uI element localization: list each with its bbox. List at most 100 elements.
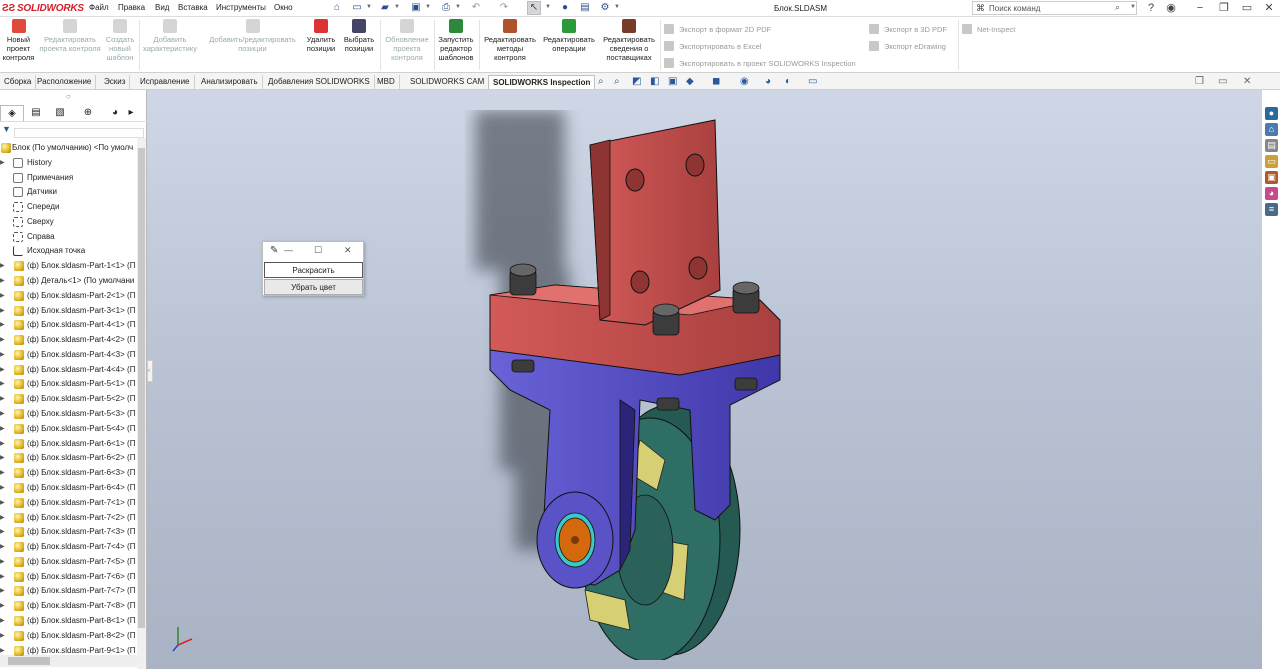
tab-layout[interactable]: Расположение (33, 75, 97, 89)
tab-solidworks-addins[interactable]: Добавления SOLIDWORKS (264, 75, 375, 89)
expand-arrow-icon[interactable]: ▶ (0, 348, 5, 362)
expand-arrow-icon[interactable]: ▶ (0, 377, 5, 391)
tree-item-component[interactable]: ▶ (ф) Деталь<1> (По умолчани (0, 274, 137, 288)
design-library-icon[interactable]: ⌂ (1265, 123, 1278, 136)
update-inspection-project-button[interactable]: Обновление проекта контроля (381, 19, 433, 62)
expand-arrow-icon[interactable]: ▶ (0, 392, 5, 406)
tree-item-sensors[interactable]: Датчики (0, 185, 137, 199)
tree-filter-input[interactable] (14, 128, 144, 138)
delete-balloons-button[interactable]: Удалить позиции (303, 19, 339, 53)
export-2d-pdf-button[interactable]: Экспорт в формат 2D PDF (664, 24, 771, 34)
scrollbar-thumb[interactable] (138, 148, 145, 628)
tree-item-component[interactable]: ▶ (ф) Блок.sldasm-Part-4<3> (П (0, 348, 137, 362)
appearances-icon[interactable]: ▣ (1265, 171, 1278, 184)
tree-item-annotations[interactable]: Примечания (0, 171, 137, 185)
user-icon[interactable]: ◉ (1163, 1, 1179, 16)
solidworks-logo[interactable]: ƧƧ SOLIDWORKS (0, 1, 84, 16)
traffic-light-icon[interactable]: ● (558, 1, 572, 15)
solidworks-resources-icon[interactable]: ● (1265, 107, 1278, 120)
hide-show-icon[interactable]: ◉ (740, 76, 749, 87)
expand-arrow-icon[interactable]: ▶ (0, 274, 5, 288)
view-settings-icon[interactable]: ▭ (808, 76, 817, 87)
expand-arrow-icon[interactable]: ▶ (0, 644, 5, 658)
minimize-icon[interactable]: — (284, 245, 293, 255)
close-icon[interactable]: ✕ (344, 245, 352, 256)
edit-inspection-project-button[interactable]: Редактировать проекта контроля (38, 19, 102, 53)
help-icon[interactable]: ? (1143, 1, 1159, 16)
tree-item-component[interactable]: ▶ (ф) Блок.sldasm-Part-7<7> (П (0, 584, 137, 598)
tree-item-component[interactable]: ▶ (ф) Блок.sldasm-Part-4<2> (П (0, 333, 137, 347)
save-icon[interactable]: ▣ (409, 1, 423, 15)
undo-icon[interactable]: ↶ (469, 1, 483, 15)
tree-item-component[interactable]: ▶ (ф) Блок.sldasm-Part-3<1> (П (0, 304, 137, 318)
configuration-manager-tab-icon[interactable]: ▧ (48, 105, 72, 121)
expand-arrow-icon[interactable]: ▶ (0, 540, 5, 554)
tab-mbd[interactable]: MBD (373, 75, 400, 89)
home-icon[interactable]: ⌂ (330, 1, 344, 15)
expand-arrow-icon[interactable]: ▶ (0, 496, 5, 510)
tree-item-component[interactable]: ▶ (ф) Блок.sldasm-Part-7<5> (П (0, 555, 137, 569)
chevron-down-icon[interactable]: ▼ (545, 4, 551, 10)
export-inspection-project-button[interactable]: Экспортировать в проект SOLIDWORKS Inspe… (664, 58, 856, 68)
zoom-to-fit-icon[interactable]: ⌕ (598, 76, 604, 87)
expand-arrow-icon[interactable]: ▶ (0, 156, 5, 170)
panel-splitter-handle[interactable]: ‹ (147, 360, 153, 382)
chevron-down-icon[interactable]: ▼ (394, 4, 400, 10)
tree-item-component[interactable]: ▶ (ф) Блок.sldasm-Part-5<2> (П (0, 392, 137, 406)
view-palette-icon[interactable]: ▭ (1265, 155, 1278, 168)
select-cursor-icon[interactable]: ↖ (527, 1, 541, 15)
scrollbar-thumb[interactable] (8, 657, 50, 665)
menu-file[interactable]: Файл (89, 3, 109, 12)
expand-arrow-icon[interactable]: ▶ (0, 511, 5, 525)
pin-icon[interactable]: ▭ (1239, 1, 1255, 16)
print-icon[interactable]: ⎙ (439, 1, 453, 15)
expand-arrow-icon[interactable]: ▶ (0, 629, 5, 643)
section-view-icon[interactable]: ◧ (650, 76, 659, 87)
tab-sketch[interactable]: Эскиз (100, 75, 131, 89)
search-icon[interactable]: ⌕ (1115, 2, 1120, 13)
export-excel-button[interactable]: Экспортировать в Excel (664, 41, 761, 51)
menu-view[interactable]: Вид (155, 3, 169, 12)
tree-item-component[interactable]: ▶ (ф) Блок.sldasm-Part-7<8> (П (0, 599, 137, 613)
file-properties-icon[interactable]: ▤ (578, 1, 592, 15)
dimxpert-tab-icon[interactable]: ⊕ (76, 105, 100, 121)
tree-item-component[interactable]: ▶ (ф) Блок.sldasm-Part-6<2> (П (0, 451, 137, 465)
menu-tools[interactable]: Инструменты (216, 3, 266, 12)
expand-arrow-icon[interactable]: ▶ (0, 525, 5, 539)
close-icon[interactable]: ✕ (1261, 1, 1277, 16)
search-commands-input[interactable]: ⌘ Поиск команд ⌕ (972, 1, 1137, 15)
net-inspect-button[interactable]: Net-Inspect (962, 24, 1015, 34)
tree-item-component[interactable]: ▶ (ф) Блок.sldasm-Part-8<2> (П (0, 629, 137, 643)
expand-arrow-icon[interactable]: ▶ (0, 318, 5, 332)
tree-item-component[interactable]: ▶ (ф) Блок.sldasm-Part-6<3> (П (0, 466, 137, 480)
vertical-scrollbar[interactable] (137, 138, 146, 669)
file-explorer-icon[interactable]: ▤ (1265, 139, 1278, 152)
restore-icon[interactable]: ❐ (1216, 1, 1232, 16)
tree-item-component[interactable]: ▶ (ф) Блок.sldasm-Part-5<4> (П (0, 422, 137, 436)
chevron-down-icon[interactable]: ▼ (1130, 4, 1136, 10)
tree-item-front-plane[interactable]: Спереди (0, 200, 137, 214)
new-document-icon[interactable]: ▭ (350, 1, 364, 15)
appearance-icon[interactable]: ◕ (765, 76, 771, 87)
menu-insert[interactable]: Вставка (178, 3, 208, 12)
tree-item-component[interactable]: ▶ (ф) Блок.sldasm-Part-5<1> (П (0, 377, 137, 391)
tree-root-assembly[interactable]: Блок (По умолчанию) <По умолч (0, 141, 137, 155)
tab-solidworks-cam[interactable]: SOLIDWORKS CAM (406, 75, 490, 89)
expand-arrow-icon[interactable]: ▶ (0, 481, 5, 495)
filter-icon[interactable]: ▼ (2, 124, 11, 134)
tree-item-history[interactable]: ▶ History (0, 156, 137, 170)
previous-view-icon[interactable]: ◩ (632, 76, 641, 87)
edit-operations-button[interactable]: Редактировать операции (541, 19, 597, 53)
viewport-maximize-icon[interactable]: ▭ (1218, 76, 1227, 87)
tab-markup[interactable]: Исправление (136, 75, 195, 89)
export-3d-pdf-button[interactable]: Экспорт в 3D PDF (869, 24, 947, 34)
display-style-icon[interactable]: ◼ (712, 76, 720, 87)
expand-arrow-icon[interactable]: ▶ (0, 599, 5, 613)
chevron-down-icon[interactable]: ▼ (425, 4, 431, 10)
popup-title-bar[interactable]: ✎ — ☐ ✕ (263, 242, 363, 261)
viewport-restore-icon[interactable]: ❐ (1195, 76, 1204, 87)
edit-inspection-methods-button[interactable]: Редактировать методы контроля (481, 19, 539, 62)
expand-arrow-icon[interactable]: ▶ (0, 451, 5, 465)
expand-arrow-icon[interactable]: ▶ (0, 259, 5, 273)
viewport-close-icon[interactable]: ✕ (1243, 76, 1251, 87)
